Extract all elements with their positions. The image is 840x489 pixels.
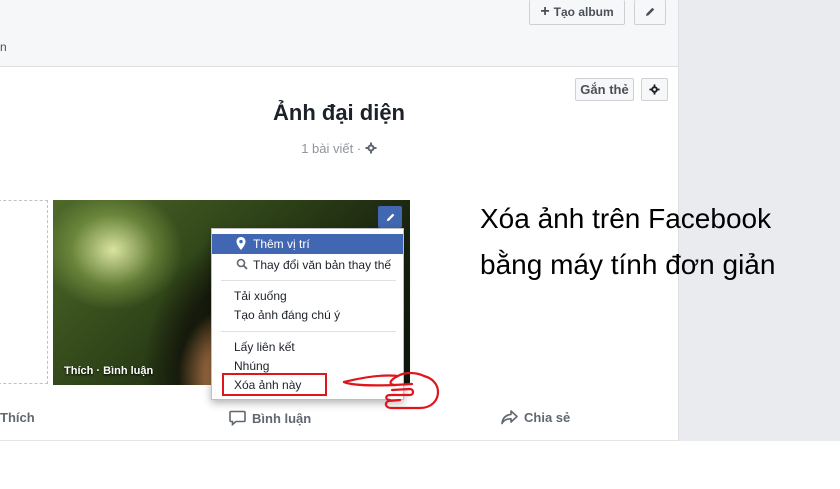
- post-count: 1 bài viết ·: [301, 141, 362, 156]
- menu-item-label: Thêm vị trí: [253, 237, 310, 251]
- delete-highlight-box: [222, 373, 327, 396]
- like-label: Thích: [0, 410, 35, 425]
- edit-album-button[interactable]: [634, 0, 666, 25]
- comment-label: Bình luận: [252, 410, 312, 426]
- menu-divider: [221, 280, 396, 281]
- add-photo-placeholder[interactable]: [0, 200, 48, 384]
- album-meta: 1 bài viết ·: [0, 141, 678, 156]
- share-icon: [501, 410, 518, 425]
- comment-action[interactable]: Bình luận: [229, 410, 311, 426]
- menu-item-change-alt-text[interactable]: Thay đổi văn bản thay thế: [212, 255, 403, 275]
- create-album-button[interactable]: + Tạo album: [529, 0, 625, 25]
- menu-divider: [221, 331, 396, 332]
- settings-button[interactable]: [641, 78, 668, 101]
- search-icon: [236, 258, 248, 270]
- menu-item-label: Tải xuống: [234, 289, 287, 303]
- pointing-hand-icon: [342, 371, 440, 410]
- menu-item-download[interactable]: Tải xuống: [212, 286, 403, 306]
- menu-item-add-location[interactable]: Thêm vị trí: [212, 234, 403, 254]
- header-text-fragment: n: [0, 40, 7, 54]
- pencil-icon: [646, 7, 655, 16]
- menu-item-label: Nhúng: [234, 359, 270, 373]
- tag-button[interactable]: Gắn thẻ: [575, 78, 634, 101]
- album-title: Ảnh đại diện: [273, 100, 405, 125]
- create-album-label: Tạo album: [553, 5, 614, 19]
- tutorial-caption-line2: bằng máy tính đơn giản: [480, 249, 776, 280]
- location-pin-icon: [236, 237, 246, 250]
- menu-item-label: Tạo ảnh đáng chú ý: [234, 308, 341, 322]
- plus-icon: +: [540, 3, 550, 20]
- pencil-icon: [386, 213, 394, 221]
- gear-icon[interactable]: [365, 142, 377, 154]
- comment-icon: [229, 410, 246, 426]
- menu-item-make-featured[interactable]: Tạo ảnh đáng chú ý: [212, 305, 403, 325]
- share-label: Chia sẻ: [524, 410, 571, 425]
- tutorial-caption-line1: Xóa ảnh trên Facebook: [480, 203, 772, 234]
- photo-caption[interactable]: Thích · Bình luận: [64, 365, 153, 377]
- gear-icon: [649, 84, 660, 95]
- menu-item-label: Lấy liên kết: [234, 340, 295, 354]
- photo-edit-button[interactable]: [378, 206, 402, 228]
- tutorial-caption: Xóa ảnh trên Facebook bằng máy tính đơn …: [480, 196, 820, 288]
- menu-item-label: Thay đổi văn bản thay thế: [253, 258, 392, 272]
- menu-item-get-link[interactable]: Lấy liên kết: [212, 337, 403, 357]
- like-action[interactable]: Thích: [0, 410, 35, 425]
- share-action[interactable]: Chia sẻ: [501, 410, 570, 425]
- post-bottom-divider: [0, 440, 679, 441]
